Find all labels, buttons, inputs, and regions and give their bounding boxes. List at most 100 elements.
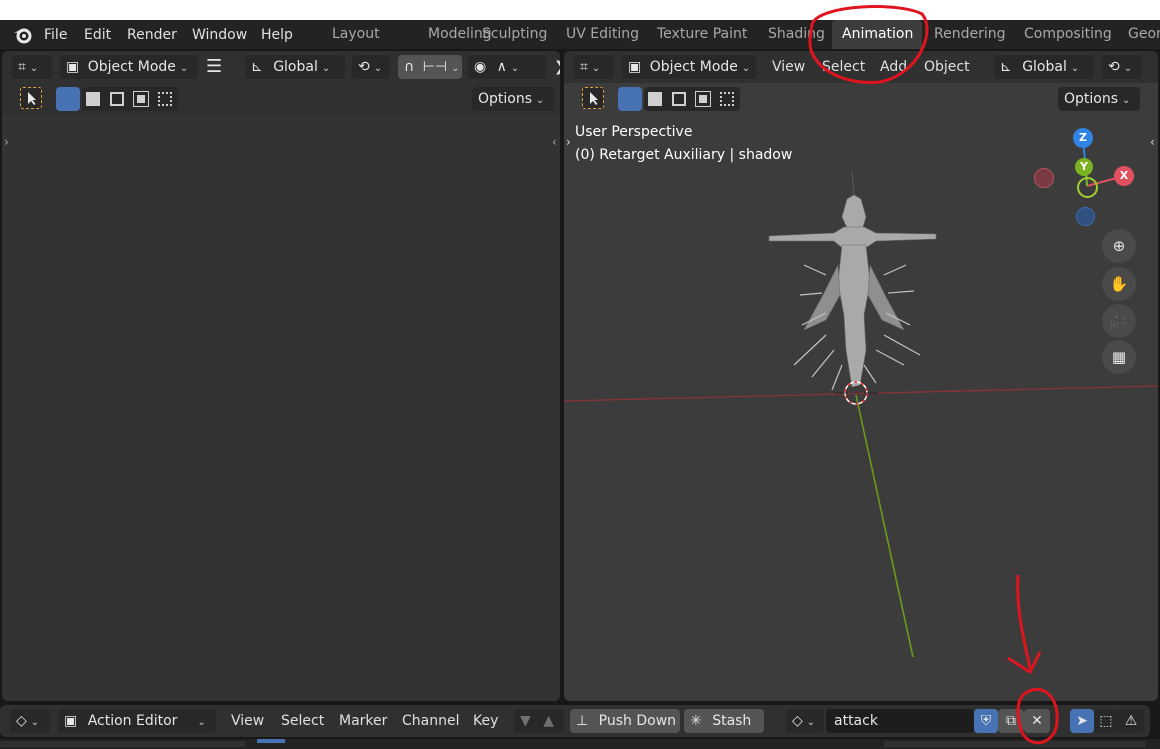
menu-marker[interactable]: Marker [339,709,387,733]
editor-type-button[interactable]: ◇ ⌄ [10,709,50,733]
select-subtract-icon[interactable] [672,92,686,106]
options-dropdown[interactable]: Options ⌄ [472,87,554,111]
only-selected-arrow-icon[interactable]: ➤ [1070,709,1094,733]
menu-view[interactable]: View [772,55,805,79]
tab-layout[interactable]: Layout [322,20,390,49]
zoom-icon[interactable]: ⊕ [1102,229,1136,263]
orientation-dropdown[interactable]: ⊾ Global ⌄ [994,55,1094,79]
orientation-dropdown[interactable]: ⊾ Global ⌄ [245,55,345,79]
push-down-button[interactable]: ⊥ Push Down [570,709,680,733]
menu-select[interactable]: Select [822,55,865,79]
tab-sculpting[interactable]: Sculpting [472,20,557,49]
left-editor-canvas[interactable] [2,115,560,701]
falloff-icon: ∧ [496,59,507,75]
channel-region[interactable] [0,741,245,747]
snap-toggle[interactable]: ∩ ⊢⊣ ⌄ [398,55,462,79]
select-subtract-icon[interactable] [110,92,124,106]
layer-arrows[interactable]: ▼ ▲ [514,709,564,733]
options-label: Options [1064,91,1119,107]
mode-dropdown[interactable]: ▣ Object Mode ⌄ [622,55,756,79]
overflow-icon[interactable]: ❯ [554,55,560,79]
x-axis-line [564,385,1158,402]
current-frame-indicator[interactable] [257,739,285,743]
gizmo-neg-x-axis[interactable] [1034,168,1054,188]
pivot-dropdown[interactable]: ⟲ ⌄ [352,55,390,79]
gizmo-neg-z-axis[interactable] [1076,207,1095,226]
action-editor-header: ◇ ⌄ ▣ Action Editor ⌄ View Select Marker C… [0,705,1150,737]
tab-uv-editing[interactable]: UV Editing [556,20,649,49]
perspective-grid-icon[interactable]: ▦ [1102,340,1136,374]
menu-add[interactable]: Add [880,55,907,79]
proportional-edit[interactable]: ◉ ∧ ⌄ [468,55,546,79]
action-browse-button[interactable]: ◇ ⌄ [786,709,824,733]
tab-rendering[interactable]: Rendering [924,20,1016,49]
new-action-copy-icon[interactable]: ⧉ [998,709,1024,733]
editor-type-button[interactable]: ⌗ ⌄ [574,55,614,79]
layer-up-icon[interactable]: ▲ [543,713,554,729]
editor-type-button[interactable]: ⌗ ⌄ [12,55,52,79]
select-extend-icon[interactable] [648,92,662,106]
menu-help[interactable]: Help [261,24,293,46]
select-modes[interactable] [82,87,178,111]
tab-compositing[interactable]: Compositing [1014,20,1122,49]
select-invert-icon[interactable] [133,91,149,107]
menu-select[interactable]: Select [281,709,324,733]
layer-down-icon[interactable]: ▼ [520,713,531,729]
gizmo-y-axis[interactable]: Y [1075,158,1093,176]
orientation-label: Global [1022,59,1067,75]
pivot-dropdown[interactable]: ⟲ ⌄ [1102,55,1142,79]
scroll-region[interactable] [884,741,1146,747]
expand-right-icon[interactable]: ‹ [552,135,557,149]
editor-mode-dropdown[interactable]: ▣ Action Editor ⌄ [58,709,216,733]
menu-channel[interactable]: Channel [402,709,459,733]
expand-left-icon[interactable]: › [4,135,9,149]
hamburger-menu-icon[interactable]: ☰ [200,55,228,79]
push-down-icon: ⊥ [576,713,589,729]
select-invert-icon[interactable] [695,91,711,107]
select-box-new-icon[interactable] [56,87,80,111]
expand-toolbar-icon[interactable]: › [566,135,571,149]
gizmo-neg-y-axis[interactable] [1077,177,1098,198]
pan-hand-icon[interactable]: ✋ [1102,267,1136,301]
unlink-action-close-icon[interactable]: ✕ [1024,709,1050,733]
menu-window[interactable]: Window [192,24,247,46]
editor-mode-label: Action Editor [87,713,178,729]
options-dropdown[interactable]: Options ⌄ [1058,87,1140,111]
select-intersect-icon[interactable] [720,92,734,106]
select-box-new-icon[interactable] [618,87,642,111]
pivot-icon: ⟲ [1108,59,1120,75]
viewport-3d[interactable]: User Perspective (0) Retarget Auxiliary … [564,115,1158,701]
tab-shading[interactable]: Shading [758,20,835,49]
mode-dropdown[interactable]: ▣ Object Mode ⌄ [60,55,198,79]
expand-sidebar-icon[interactable]: ‹ [1150,135,1155,149]
select-tool-icon[interactable] [582,87,604,109]
select-intersect-icon[interactable] [158,92,172,106]
select-extend-icon[interactable] [86,92,100,106]
viewport-editor: ⌗ ⌄ ▣ Object Mode ⌄ View Select Add Object… [564,51,1158,701]
action-name-value: attack [834,713,878,729]
menu-view[interactable]: View [231,709,264,733]
blender-logo-icon[interactable] [12,24,34,46]
menu-file[interactable]: File [44,24,67,46]
show-hidden-icon[interactable]: ⬚ [1094,709,1118,733]
gizmo-x-axis[interactable]: X [1114,166,1134,186]
orientation-label: Global [273,59,318,75]
tab-texture-paint[interactable]: Texture Paint [647,20,757,49]
menu-edit[interactable]: Edit [84,24,111,46]
menu-key[interactable]: Key [473,709,498,733]
stash-button[interactable]: ✳ Stash [684,709,764,733]
action-name-field[interactable]: attack [826,709,974,733]
tab-animation[interactable]: Animation [832,20,922,49]
select-modes[interactable] [644,87,740,111]
options-label: Options [478,91,533,107]
gizmo-z-axis[interactable]: Z [1073,128,1093,148]
tab-geometry-nodes[interactable]: Geon [1118,20,1160,49]
dopesheet-icon: ◇ [16,713,27,729]
camera-view-icon[interactable]: 🎥 [1102,304,1136,338]
menu-render[interactable]: Render [127,24,177,46]
push-down-label: Push Down [598,713,677,729]
errors-warning-icon[interactable]: ⚠ [1118,709,1144,733]
menu-object[interactable]: Object [924,55,970,79]
fake-user-shield-icon[interactable]: ⛨ [974,709,998,733]
select-tool-icon[interactable] [20,87,42,109]
